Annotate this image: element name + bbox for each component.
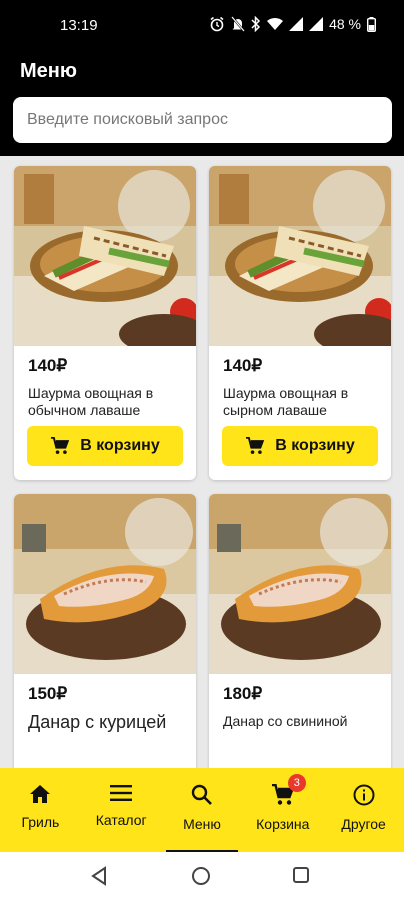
product-name: Шаурма овощная в сырном лаваше	[223, 385, 349, 418]
product-price: 140₽	[28, 356, 68, 375]
nav-item-catalog[interactable]: Каталог	[81, 768, 162, 852]
back-icon[interactable]	[90, 866, 108, 886]
add-to-cart-label: В корзину	[80, 437, 160, 454]
product-image-shawarma	[14, 166, 196, 346]
nav-item-other[interactable]: Другое	[323, 768, 404, 852]
nav-item-grill[interactable]: Гриль	[0, 768, 81, 852]
product-price: 180₽	[223, 684, 263, 703]
add-to-cart-button[interactable]: В корзину	[222, 426, 378, 466]
nav-label: Корзина	[256, 816, 310, 832]
system-navigation-bar	[0, 852, 404, 900]
search-icon	[191, 784, 212, 805]
wifi-icon	[267, 17, 284, 30]
status-time: 13:19	[60, 17, 98, 34]
product-grid[interactable]: 140₽ Шаурма овощная в обычном лаваше В к…	[0, 156, 404, 768]
nav-label: Каталог	[95, 812, 147, 828]
product-card[interactable]: 140₽ Шаурма овощная в обычном лаваше В к…	[14, 166, 196, 480]
signal-icon	[289, 17, 304, 31]
cart-count-badge: 3	[287, 774, 306, 792]
product-card[interactable]: 180₽ Данар со свининой	[209, 494, 391, 768]
alarm-icon	[210, 16, 224, 32]
page-title: Меню	[20, 60, 77, 82]
home-circle-icon[interactable]	[191, 866, 211, 886]
product-price: 140₽	[223, 356, 263, 375]
product-image-danar	[14, 494, 196, 674]
product-card[interactable]: 150₽ Данар с курицей	[14, 494, 196, 768]
bluetooth-icon	[251, 16, 261, 32]
search-input[interactable]	[13, 97, 392, 143]
product-name: Данар с курицей	[28, 712, 167, 732]
product-price: 150₽	[28, 684, 68, 703]
product-image-danar	[209, 494, 391, 674]
signal-icon-2	[309, 17, 324, 31]
nav-item-menu[interactable]: Меню	[162, 768, 243, 852]
recents-icon[interactable]	[292, 866, 310, 884]
status-bar: 13:19 48 %	[0, 0, 404, 52]
status-icons: 48 %	[209, 16, 376, 32]
cart-icon	[246, 437, 265, 454]
add-to-cart-button[interactable]: В корзину	[27, 426, 183, 466]
product-name: Шаурма овощная в обычном лаваше	[28, 385, 154, 418]
app-bar: Меню	[0, 52, 404, 156]
nav-label: Другое	[341, 816, 386, 832]
notifications-off-icon	[231, 16, 245, 32]
nav-item-cart[interactable]: 3 Корзина	[242, 768, 323, 852]
product-card[interactable]: 140₽ Шаурма овощная в сырном лаваше В ко…	[209, 166, 391, 480]
product-name: Данар со свининой	[223, 713, 348, 729]
info-icon	[353, 784, 375, 806]
bottom-navigation: Гриль Каталог Меню 3 Корзина Другое	[0, 768, 404, 852]
menu-icon	[110, 785, 133, 801]
home-icon	[30, 785, 51, 803]
add-to-cart-label: В корзину	[275, 437, 355, 454]
battery-icon	[367, 16, 376, 32]
nav-label: Меню	[183, 816, 221, 832]
product-image-shawarma	[209, 166, 391, 346]
cart-icon	[51, 437, 70, 454]
nav-label: Гриль	[21, 814, 60, 830]
battery-percent: 48 %	[329, 16, 361, 32]
